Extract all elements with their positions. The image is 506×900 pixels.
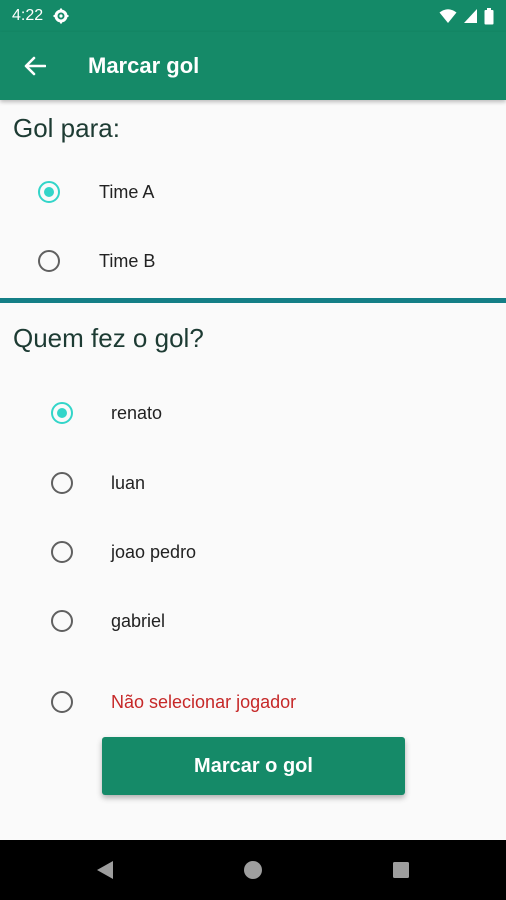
radio-label: luan [111, 472, 146, 493]
section-divider [0, 298, 506, 303]
system-nav-bar [0, 840, 506, 900]
radio-button-checked[interactable] [38, 181, 60, 203]
battery-icon [484, 7, 494, 25]
radio-button[interactable] [51, 541, 73, 563]
radio-option-luan[interactable]: luan [0, 451, 506, 515]
radio-option-no-player[interactable]: Não selecionar jogador [0, 670, 506, 734]
radio-label: joao pedro [111, 541, 197, 562]
status-time: 4:22 [12, 7, 44, 24]
radio-option-time-a[interactable]: Time A [0, 160, 506, 224]
radio-label: renato [111, 402, 163, 423]
radio-label: gabriel [111, 610, 166, 631]
home-circle-icon[interactable] [179, 840, 327, 900]
back-triangle-icon[interactable] [31, 840, 179, 900]
arrow-left-icon[interactable] [0, 32, 70, 100]
team-section-title: Gol para: [13, 113, 120, 143]
radio-button[interactable] [38, 250, 60, 272]
radio-label: Time B [99, 250, 156, 271]
radio-button[interactable] [51, 691, 73, 713]
wifi-icon [439, 8, 457, 24]
radio-option-renato[interactable]: renato [0, 381, 506, 445]
radio-option-time-b[interactable]: Time B [0, 229, 506, 293]
radio-option-joao-pedro[interactable]: joao pedro [0, 520, 506, 584]
radio-label: Não selecionar jogador [111, 691, 297, 712]
status-bar: 4:22 [0, 0, 506, 32]
signal-icon [463, 8, 478, 24]
scorer-section-title: Quem fez o gol? [13, 323, 204, 353]
radio-button-checked[interactable] [51, 402, 73, 424]
app-bar: Marcar gol [0, 32, 506, 100]
recents-square-icon[interactable] [327, 840, 475, 900]
mark-goal-button[interactable]: Marcar o gol [102, 737, 405, 795]
page-title: Marcar gol [88, 53, 200, 78]
radio-button[interactable] [51, 472, 73, 494]
radio-label: Time A [99, 181, 155, 202]
radio-button[interactable] [51, 610, 73, 632]
gear-icon [53, 8, 69, 24]
radio-option-gabriel[interactable]: gabriel [0, 589, 506, 653]
